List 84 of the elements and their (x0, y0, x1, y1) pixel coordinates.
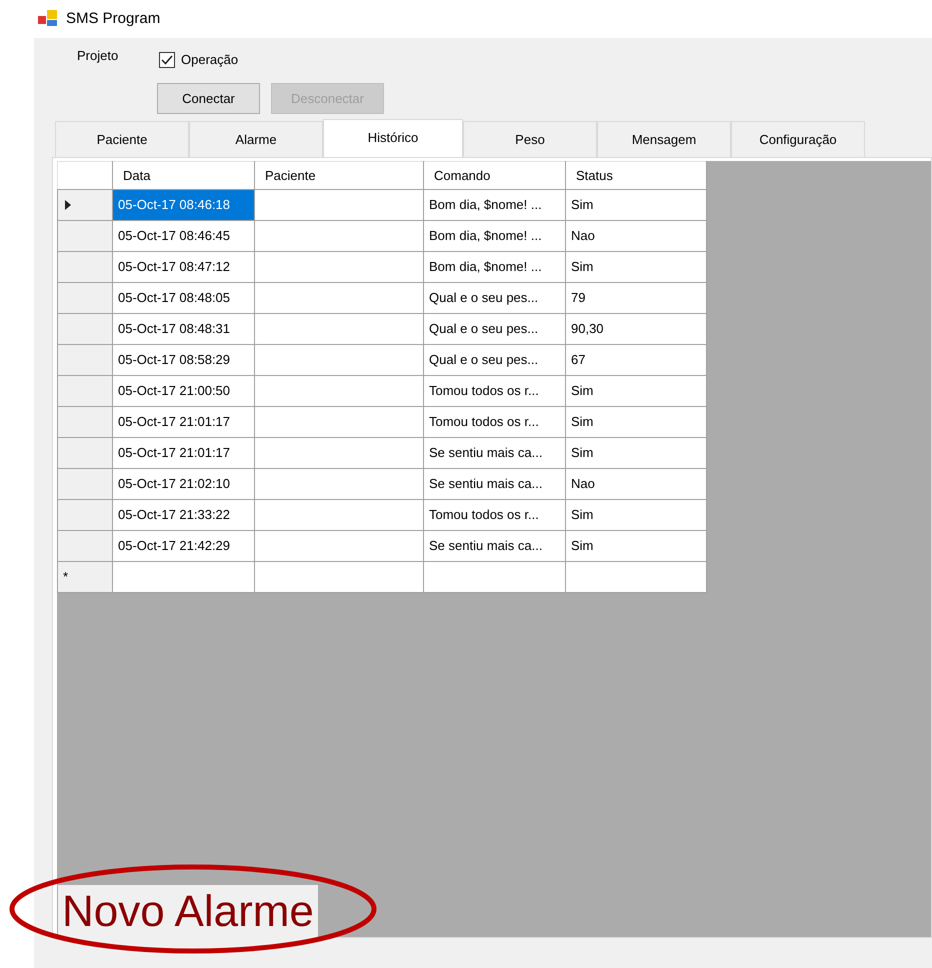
table-cell[interactable]: 05-Oct-17 21:00:50 (112, 376, 254, 406)
table-cell[interactable]: Bom dia, $nome! ... (424, 220, 566, 252)
table-cell[interactable]: Sim (566, 406, 706, 438)
tab[interactable]: Configuração (731, 121, 865, 158)
table-cell[interactable] (254, 220, 424, 252)
window-title: SMS Program (66, 8, 160, 29)
project-label: Projeto (77, 47, 118, 65)
table-cell[interactable] (424, 562, 566, 592)
table-cell[interactable]: Tomou todos os r... (424, 376, 566, 406)
table-cell[interactable]: 05-Oct-17 08:46:18 (112, 190, 254, 220)
alert-label: Novo Alarme (58, 885, 318, 938)
table-cell[interactable]: Qual e o seu pes... (424, 282, 566, 314)
row-header[interactable] (58, 438, 112, 468)
row-header[interactable] (58, 468, 112, 500)
row-header[interactable] (58, 530, 112, 562)
table-cell[interactable]: Se sentiu mais ca... (424, 530, 566, 562)
table-cell[interactable]: Sim (566, 376, 706, 406)
table-cell[interactable] (254, 190, 424, 220)
column-header[interactable]: Status (566, 162, 706, 190)
table-cell[interactable]: Sim (566, 438, 706, 468)
tab[interactable]: Peso (463, 121, 597, 158)
row-header[interactable] (58, 344, 112, 376)
table-cell[interactable] (566, 562, 706, 592)
table-cell[interactable] (112, 562, 254, 592)
table-cell[interactable] (254, 252, 424, 282)
table-cell[interactable]: Sim (566, 530, 706, 562)
connect-button[interactable]: Conectar (157, 83, 260, 114)
table-cell[interactable] (254, 406, 424, 438)
table-cell[interactable] (254, 530, 424, 562)
table-cell[interactable]: Sim (566, 500, 706, 530)
table-cell[interactable] (254, 314, 424, 344)
tab[interactable]: Histórico (323, 119, 463, 159)
row-header[interactable] (58, 406, 112, 438)
row-header[interactable] (58, 314, 112, 344)
table-cell[interactable] (254, 468, 424, 500)
table-cell[interactable]: Qual e o seu pes... (424, 344, 566, 376)
table-cell[interactable]: Se sentiu mais ca... (424, 468, 566, 500)
table-cell[interactable]: Qual e o seu pes... (424, 314, 566, 344)
table-cell[interactable]: 67 (566, 344, 706, 376)
table-cell[interactable]: 05-Oct-17 08:48:31 (112, 314, 254, 344)
new-row-marker: * (63, 569, 68, 584)
table-cell[interactable] (254, 438, 424, 468)
row-header[interactable] (58, 220, 112, 252)
checkbox-label: Operação (181, 51, 238, 69)
table-cell[interactable]: Se sentiu mais ca... (424, 438, 566, 468)
row-header[interactable] (58, 252, 112, 282)
row-header[interactable] (58, 190, 112, 220)
current-row-icon (65, 200, 71, 210)
table-cell[interactable]: 05-Oct-17 21:01:17 (112, 406, 254, 438)
tab[interactable]: Mensagem (597, 121, 731, 158)
table-cell[interactable]: 05-Oct-17 08:47:12 (112, 252, 254, 282)
table-cell[interactable]: Bom dia, $nome! ... (424, 190, 566, 220)
table-cell[interactable]: Bom dia, $nome! ... (424, 252, 566, 282)
table-cell[interactable]: Nao (566, 468, 706, 500)
column-header[interactable]: Comando (424, 162, 566, 190)
table-cell[interactable] (254, 500, 424, 530)
table-cell[interactable]: 90,30 (566, 314, 706, 344)
table-cell[interactable]: 79 (566, 282, 706, 314)
row-header[interactable] (58, 282, 112, 314)
row-header[interactable] (58, 500, 112, 530)
tab[interactable]: Alarme (189, 121, 323, 158)
table-cell[interactable]: Sim (566, 190, 706, 220)
table-cell[interactable]: 05-Oct-17 08:46:45 (112, 220, 254, 252)
operation-checkbox[interactable] (159, 52, 175, 68)
table-cell[interactable]: Tomou todos os r... (424, 500, 566, 530)
table-cell[interactable] (254, 376, 424, 406)
corner-header (58, 162, 112, 190)
table-cell[interactable]: Sim (566, 252, 706, 282)
tab[interactable]: Paciente (55, 121, 189, 158)
table-cell[interactable]: 05-Oct-17 21:02:10 (112, 468, 254, 500)
table-cell[interactable] (254, 562, 424, 592)
table-cell[interactable]: Tomou todos os r... (424, 406, 566, 438)
row-header[interactable] (58, 376, 112, 406)
table-cell[interactable]: Nao (566, 220, 706, 252)
table-cell[interactable]: 05-Oct-17 08:58:29 (112, 344, 254, 376)
table-cell[interactable] (254, 344, 424, 376)
table-cell[interactable]: 05-Oct-17 08:48:05 (112, 282, 254, 314)
column-header[interactable]: Paciente (254, 162, 424, 190)
table-cell[interactable] (254, 282, 424, 314)
table-cell[interactable]: 05-Oct-17 21:33:22 (112, 500, 254, 530)
table-cell[interactable]: 05-Oct-17 21:01:17 (112, 438, 254, 468)
column-header[interactable]: Data (112, 162, 254, 190)
app-icon (38, 10, 58, 28)
table-cell[interactable]: 05-Oct-17 21:42:29 (112, 530, 254, 562)
